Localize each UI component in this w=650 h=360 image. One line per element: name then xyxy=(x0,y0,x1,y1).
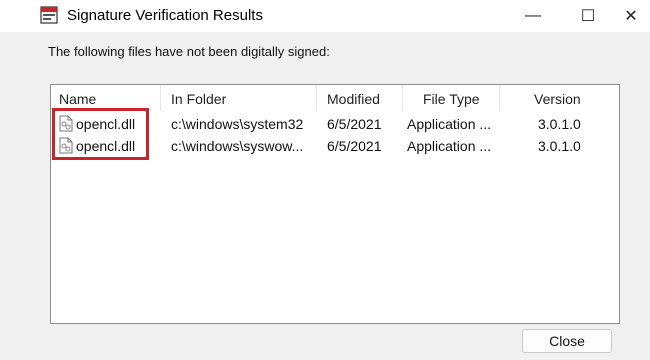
maximize-icon: ☐ xyxy=(580,8,596,25)
file-version: 3.0.1.0 xyxy=(538,138,581,154)
close-icon: ✕ xyxy=(624,8,638,25)
file-folder: c:\windows\system32 xyxy=(171,116,304,132)
window-title: Signature Verification Results xyxy=(67,7,263,24)
maximize-button[interactable]: ☐ xyxy=(565,0,611,32)
close-window-button[interactable]: ✕ xyxy=(608,0,650,32)
column-header-version[interactable]: Version xyxy=(500,85,619,111)
minimize-icon: — xyxy=(525,7,541,24)
minimize-button[interactable]: — xyxy=(510,0,556,32)
column-header-modified[interactable]: Modified xyxy=(317,85,403,111)
file-folder: c:\windows\syswow... xyxy=(171,138,304,154)
file-modified: 6/5/2021 xyxy=(327,116,382,132)
file-modified: 6/5/2021 xyxy=(327,138,382,154)
highlight-annotation xyxy=(52,108,149,160)
file-version: 3.0.1.0 xyxy=(538,116,581,132)
file-type: Application ... xyxy=(407,116,492,132)
file-type: Application ... xyxy=(407,138,492,154)
close-button[interactable]: Close xyxy=(522,329,612,353)
title-bar: Signature Verification Results — ☐ ✕ xyxy=(0,0,650,32)
column-header-folder[interactable]: In Folder xyxy=(161,85,317,111)
app-icon xyxy=(40,6,58,24)
instruction-text: The following files have not been digita… xyxy=(48,44,330,59)
column-header-file-type[interactable]: File Type xyxy=(403,85,500,111)
